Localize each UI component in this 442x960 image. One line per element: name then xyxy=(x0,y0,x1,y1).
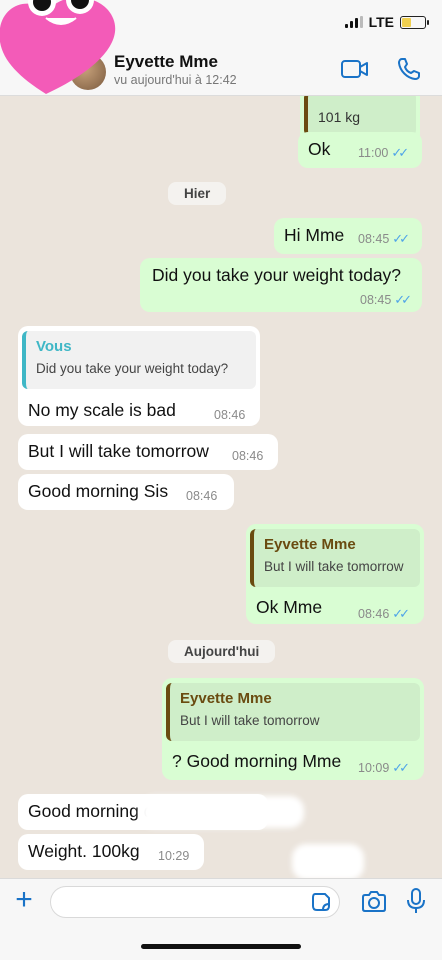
home-indicator[interactable] xyxy=(141,944,301,949)
status-bar: LTE xyxy=(344,14,429,30)
message-bubble[interactable]: Did you take your weight today? 08:45 ✓✓ xyxy=(140,258,422,312)
message-time: 08:45 ✓✓ xyxy=(358,231,410,246)
message-time: 11:00 ✓✓ xyxy=(358,145,409,160)
mic-icon[interactable] xyxy=(406,887,426,915)
read-ticks-icon: ✓✓ xyxy=(394,292,412,307)
message-bubble[interactable]: But I will take tomorrow 08:46 xyxy=(18,434,278,470)
network-label: LTE xyxy=(368,14,394,30)
reply-quote[interactable]: 101 kg xyxy=(304,92,416,136)
last-seen: vu aujourd'hui à 12:42 xyxy=(114,73,237,87)
quote-text: But I will take tomorrow xyxy=(180,713,320,728)
reply-quote[interactable]: Eyvette Mme But I will take tomorrow xyxy=(166,683,420,741)
message-bubble[interactable]: Hi Mme 08:45 ✓✓ xyxy=(274,218,422,254)
day-separator: Hier xyxy=(168,182,227,205)
message-bubble[interactable]: Weight. 100kg 10:29 xyxy=(18,834,204,870)
message-bubble[interactable]: Eyvette Mme But I will take tomorrow Ok … xyxy=(246,524,424,624)
reply-quote[interactable]: Eyvette Mme But I will take tomorrow xyxy=(250,529,420,587)
message-time: 08:46 ✓✓ xyxy=(358,606,410,621)
message-time: 10:09 ✓✓ xyxy=(358,760,410,775)
signal-icon xyxy=(344,16,363,28)
message-bubble[interactable]: Eyvette Mme But I will take tomorrow ? G… xyxy=(162,678,424,780)
day-separator: Aujourd'hui xyxy=(168,640,276,663)
message-text: Ok Mme xyxy=(256,597,323,617)
message-time: 08:46 xyxy=(214,408,246,422)
message-text: ? Good morning Mme xyxy=(172,751,342,771)
reply-quote[interactable]: Vous Did you take your weight today? xyxy=(22,331,256,389)
quote-text: But I will take tomorrow xyxy=(264,559,404,574)
quote-author: Eyvette Mme xyxy=(264,536,356,553)
scribble-overlay xyxy=(292,844,364,880)
message-time: 08:45 ✓✓ xyxy=(360,292,412,307)
sticker-icon[interactable] xyxy=(311,892,331,912)
read-ticks-icon: ✓✓ xyxy=(392,606,410,621)
message-text: But I will take tomorrow xyxy=(28,441,209,461)
battery-icon xyxy=(400,15,429,29)
quote-text: 101 kg xyxy=(318,109,361,125)
message-text: No my scale is bad xyxy=(28,400,176,420)
message-input[interactable] xyxy=(50,886,340,918)
message-bubble[interactable]: Vous Did you take your weight today? No … xyxy=(18,326,260,426)
message-text: Ok xyxy=(308,139,331,159)
message-text: Did you take your weight today? xyxy=(152,265,402,285)
video-call-icon[interactable] xyxy=(340,56,370,82)
message-text: Good morning Sis xyxy=(28,481,169,501)
read-ticks-icon: ✓✓ xyxy=(391,145,409,160)
camera-icon[interactable] xyxy=(360,889,388,915)
message-bubble[interactable]: Ok 11:00 ✓✓ xyxy=(298,132,422,168)
quote-author: Vous xyxy=(36,338,72,355)
scribble-overlay xyxy=(140,796,304,828)
quote-author: Eyvette Mme xyxy=(180,690,272,707)
chat-area[interactable]: 101 kg Ok 11:00 ✓✓ Hier Hi Mme 08:45 ✓✓ Di… xyxy=(0,86,442,880)
plus-icon[interactable]: + xyxy=(12,885,36,915)
read-ticks-icon: ✓✓ xyxy=(392,760,410,775)
message-time: 08:46 xyxy=(186,489,218,503)
quote-text: Did you take your weight today? xyxy=(36,361,229,376)
message-time: 10:29 xyxy=(158,849,190,863)
heart-sticker xyxy=(0,0,116,94)
phone-icon[interactable] xyxy=(394,56,424,82)
message-text: Hi Mme xyxy=(284,225,345,245)
read-ticks-icon: ✓✓ xyxy=(392,231,410,246)
message-text: Weight. 100kg xyxy=(28,841,140,861)
message-time: 08:46 xyxy=(232,449,264,463)
message-bubble[interactable]: Good morning Sis 08:46 xyxy=(18,474,234,510)
